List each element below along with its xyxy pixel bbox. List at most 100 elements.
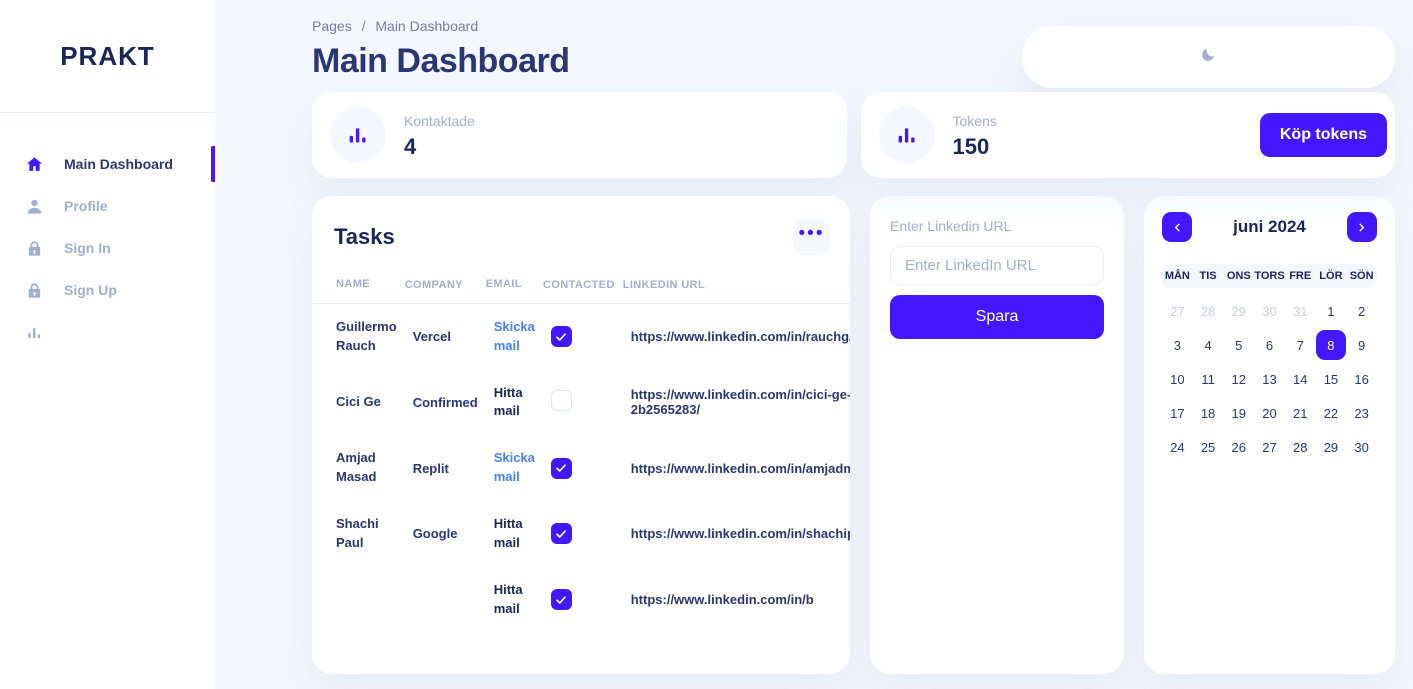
calendar-day[interactable]: 20: [1254, 398, 1285, 428]
chevron-left-icon[interactable]: [1162, 212, 1192, 242]
calendar-day[interactable]: 5: [1223, 330, 1254, 360]
cell-name: Amjad Masad: [336, 450, 377, 485]
cell-linkedin-url[interactable]: https://www.linkedin.com/in/shachipaul/: [623, 501, 850, 567]
contacted-checkbox[interactable]: [550, 326, 572, 348]
brand-logo: PRAKT: [60, 40, 155, 71]
calendar-header: juni 2024: [1162, 212, 1377, 242]
calendar-day[interactable]: 13: [1254, 364, 1285, 394]
contacted-checkbox[interactable]: [550, 457, 572, 479]
column-header-company[interactable]: COMPANY: [404, 277, 486, 304]
sidebar-item-main-dashboard[interactable]: Main Dashboard: [0, 143, 215, 185]
calendar-grid: 27 28 29 30 31 1 2 3 4 5 6 7 8 9 10 11 12 13 14 15 16 17 18 19 2…: [1162, 296, 1377, 462]
calendar-day[interactable]: 22: [1316, 398, 1347, 428]
cell-linkedin-url[interactable]: https://www.linkedin.com/in/rauchg/: [623, 303, 850, 369]
cell-linkedin-url[interactable]: https://www.linkedin.com/in/amjadmasad/: [623, 435, 850, 501]
calendar-day[interactable]: 31: [1285, 296, 1316, 326]
calendar-day[interactable]: 29: [1316, 432, 1347, 462]
calendar-day[interactable]: 7: [1285, 330, 1316, 360]
calendar-day[interactable]: 26: [1223, 432, 1254, 462]
calendar-day[interactable]: 30: [1346, 432, 1377, 462]
calendar-day-label: 28: [1292, 439, 1308, 455]
breadcrumb-parent[interactable]: Pages: [312, 18, 352, 34]
save-button[interactable]: Spara: [890, 295, 1104, 339]
chevron-right-icon[interactable]: [1346, 212, 1377, 242]
contacted-checkbox[interactable]: [550, 523, 572, 545]
calendar-day[interactable]: 27: [1254, 432, 1285, 462]
column-header-contacted[interactable]: CONTACTED: [542, 277, 623, 304]
calendar-day[interactable]: 6: [1254, 330, 1285, 360]
calendar-day[interactable]: 12: [1223, 364, 1254, 394]
calendar-day-label: 23: [1354, 405, 1369, 421]
calendar-day[interactable]: 1: [1316, 296, 1347, 326]
calendar-day-label: 10: [1170, 371, 1185, 387]
calendar-day[interactable]: 2: [1346, 296, 1377, 326]
calendar-day[interactable]: 24: [1162, 432, 1193, 462]
sidebar-item-charts[interactable]: [0, 311, 215, 353]
calendar-day[interactable]: 27: [1162, 296, 1193, 326]
contacted-checkbox[interactable]: [550, 390, 572, 412]
calendar-day[interactable]: 19: [1223, 398, 1254, 428]
calendar-day[interactable]: 4: [1193, 330, 1224, 360]
stat-label: Kontaktade: [404, 112, 475, 129]
panels-row: Tasks ••• NAME COMPANY EMAIL CONTACTED L…: [215, 196, 1403, 674]
calendar-day[interactable]: 21: [1285, 398, 1316, 428]
contacted-checkbox[interactable]: [550, 589, 572, 611]
calendar-day-label: 26: [1231, 439, 1247, 455]
buy-tokens-button[interactable]: Köp tokens: [1259, 113, 1387, 157]
calendar-day[interactable]: 18: [1193, 398, 1224, 428]
send-mail-link[interactable]: Skicka mail: [494, 319, 535, 353]
calendar-day-label: 12: [1231, 371, 1247, 387]
calendar-day-label: 28: [1200, 303, 1216, 319]
calendar-day-label: 2: [1358, 303, 1366, 319]
linkedin-url-input[interactable]: [890, 246, 1104, 285]
lock-icon: [22, 278, 46, 302]
calendar-day-selected[interactable]: 8: [1315, 330, 1347, 360]
cell-company: Confirmed: [412, 394, 478, 410]
calendar-day[interactable]: 11: [1193, 364, 1224, 394]
find-mail-link[interactable]: Hitta mail: [494, 385, 523, 419]
tasks-table-body: Guillermo Rauch Vercel Skicka mail https…: [312, 303, 850, 632]
calendar-day[interactable]: 30: [1254, 296, 1285, 326]
sidebar-item-label: Sign Up: [64, 282, 117, 298]
calendar-day[interactable]: 28: [1285, 432, 1316, 462]
column-header-email[interactable]: EMAIL: [485, 277, 543, 304]
calendar-day-label: 27: [1170, 303, 1185, 319]
find-mail-link[interactable]: Hitta mail: [494, 582, 523, 616]
page-title: Main Dashboard: [312, 42, 570, 80]
column-header-linkedin-url[interactable]: LINKEDIN URL: [622, 277, 850, 304]
stat-card-kontaktade: Kontaktade 4: [312, 92, 847, 178]
calendar-day[interactable]: 28: [1193, 296, 1224, 326]
cell-linkedin-url[interactable]: https://www.linkedin.com/in/b: [623, 567, 850, 633]
calendar-day-label: 9: [1358, 337, 1366, 353]
calendar-day[interactable]: 29: [1223, 296, 1254, 326]
cell-name: Cici Ge: [336, 394, 381, 410]
bar-chart-icon: [330, 107, 386, 163]
calendar-day-label: 15: [1323, 371, 1339, 387]
calendar-day[interactable]: 15: [1316, 364, 1347, 394]
calendar-day[interactable]: 17: [1162, 398, 1193, 428]
cell-linkedin-url[interactable]: https://www.linkedin.com/in/cici-ge-2b25…: [623, 370, 850, 436]
breadcrumb-current[interactable]: Main Dashboard: [375, 18, 478, 34]
theme-toggle-card[interactable]: [1022, 26, 1395, 88]
calendar-card: juni 2024 MÅN TIS ONS TORS FRE LÖR SÖN 2…: [1144, 196, 1395, 674]
home-icon: [22, 152, 46, 176]
calendar-day[interactable]: 9: [1346, 330, 1377, 360]
calendar-day[interactable]: 25: [1193, 432, 1224, 462]
calendar-day[interactable]: 16: [1346, 364, 1377, 394]
sidebar-item-sign-up[interactable]: Sign Up: [0, 269, 215, 311]
table-header-row: NAME COMPANY EMAIL CONTACTED LINKEDIN UR…: [312, 277, 850, 304]
sidebar-item-sign-in[interactable]: Sign In: [0, 227, 215, 269]
breadcrumb: Pages / Main Dashboard: [312, 18, 569, 34]
calendar-day-label: 16: [1354, 371, 1369, 387]
calendar-day[interactable]: 10: [1162, 364, 1193, 394]
column-header-name[interactable]: NAME: [312, 277, 405, 304]
send-mail-link[interactable]: Skicka mail: [494, 450, 535, 484]
calendar-day[interactable]: 14: [1285, 364, 1316, 394]
calendar-day-label: 25: [1200, 439, 1216, 455]
calendar-day[interactable]: 3: [1162, 330, 1193, 360]
moon-icon[interactable]: [1200, 46, 1217, 68]
calendar-day[interactable]: 23: [1346, 398, 1377, 428]
sidebar-item-profile[interactable]: Profile: [0, 185, 215, 227]
find-mail-link[interactable]: Hitta mail: [494, 516, 523, 550]
ellipsis-icon[interactable]: •••: [793, 218, 830, 255]
